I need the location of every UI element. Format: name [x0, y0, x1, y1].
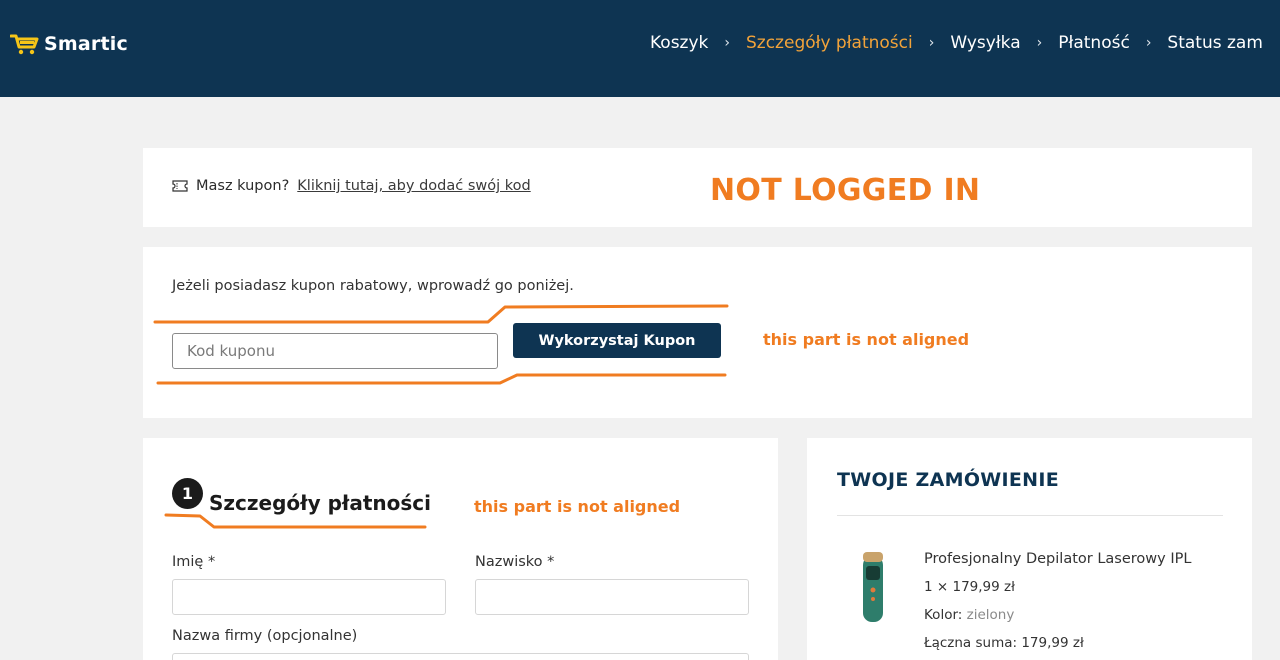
product-name[interactable]: Profesjonalny Depilator Laserowy IPL	[924, 551, 1191, 567]
product-total: Łączna suma: 179,99 zł	[924, 635, 1084, 651]
step-cart[interactable]: Koszyk	[650, 33, 708, 53]
coupon-description: Jeżeli posiadasz kupon rabatowy, wprowad…	[172, 278, 574, 294]
coupon-notice-row: Masz kupon? Kliknij tutaj, aby dodać swó…	[172, 178, 531, 194]
step-payment-details[interactable]: Szczegóły płatności	[746, 33, 913, 53]
chevron-right-icon: ›	[724, 35, 730, 51]
coupon-notice: Masz kupon? Kliknij tutaj, aby dodać swó…	[143, 148, 1252, 227]
logo-text: Smartic	[44, 33, 128, 55]
first-name-label: Imię *	[172, 554, 216, 570]
step-number-badge: 1	[172, 478, 203, 509]
coupon-notice-text: Masz kupon?	[196, 178, 290, 194]
product-color: Kolor: zielony	[924, 607, 1014, 623]
coupon-code-input[interactable]	[172, 333, 498, 369]
product-quantity-price: 1 × 179,99 zł	[924, 579, 1015, 595]
billing-title: Szczegóły płatności	[209, 491, 431, 515]
order-title: TWOJE ZAMÓWIENIE	[837, 469, 1060, 491]
logo[interactable]: Smartic	[10, 32, 128, 56]
ticket-icon	[172, 180, 188, 192]
add-coupon-link[interactable]: Kliknij tutaj, aby dodać swój kod	[297, 178, 530, 194]
chevron-right-icon: ›	[1145, 35, 1152, 51]
step-payment[interactable]: Płatność	[1058, 33, 1130, 53]
product-image[interactable]	[855, 548, 891, 626]
coupon-misaligned-annotation: this part is not aligned	[763, 330, 970, 349]
header-bar: Smartic Koszyk › Szczegóły płatności › W…	[0, 0, 1280, 97]
not-logged-in-annotation: NOT LOGGED IN	[710, 173, 981, 208]
company-label: Nazwa firmy (opcjonalne)	[172, 628, 358, 644]
step-order-status[interactable]: Status zam	[1167, 33, 1262, 53]
last-name-field[interactable]	[475, 579, 749, 615]
chevron-right-icon: ›	[928, 35, 935, 51]
coupon-form: Jeżeli posiadasz kupon rabatowy, wprowad…	[143, 247, 1252, 418]
product-color-label: Kolor:	[924, 607, 963, 623]
last-name-label: Nazwisko *	[475, 554, 555, 570]
cart-icon	[10, 34, 39, 55]
billing-misaligned-annotation: this part is not aligned	[474, 497, 681, 516]
checkout-steps: Koszyk › Szczegóły płatności › Wysyłka ›…	[650, 33, 1263, 53]
order-summary: TWOJE ZAMÓWIENIE Profesjonalny Depilator…	[807, 438, 1252, 660]
product-color-value: zielony	[966, 607, 1015, 623]
company-field[interactable]	[172, 653, 749, 660]
first-name-field[interactable]	[172, 579, 446, 615]
step-shipping[interactable]: Wysyłka	[950, 33, 1020, 53]
billing-details: 1 Szczegóły płatności Imię * Nazwisko * …	[143, 438, 778, 660]
apply-coupon-button[interactable]: Wykorzystaj Kupon	[513, 323, 721, 358]
divider	[837, 515, 1223, 516]
chevron-right-icon: ›	[1036, 35, 1043, 51]
